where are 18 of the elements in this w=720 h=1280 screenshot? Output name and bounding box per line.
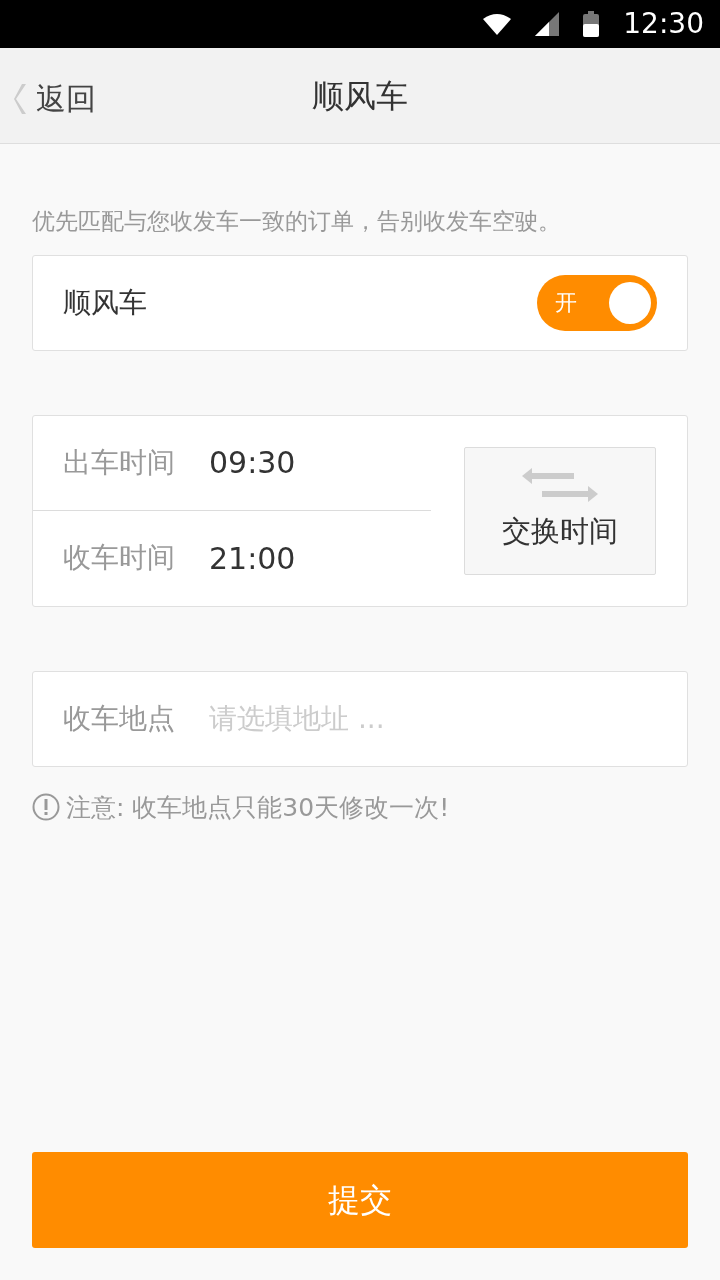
notice-text: 注意: 收车地点只能30天修改一次! bbox=[66, 791, 450, 824]
back-chevron-icon bbox=[14, 83, 28, 114]
exclamation-icon bbox=[32, 793, 60, 822]
location-label: 收车地点 bbox=[63, 700, 175, 737]
back-button[interactable]: 返回 bbox=[14, 76, 96, 121]
time-value[interactable]: 21:00 bbox=[209, 535, 296, 581]
ride-share-label: 顺风车 bbox=[63, 284, 147, 321]
page-title: 顺风车 bbox=[312, 75, 408, 117]
battery-icon bbox=[583, 11, 600, 37]
wifi-icon bbox=[483, 13, 512, 35]
time-value[interactable]: 09:30 bbox=[209, 440, 296, 485]
swap-time-button[interactable]: 交换时间 bbox=[464, 446, 656, 575]
time-label: 收车时间 bbox=[63, 540, 175, 576]
signal-icon bbox=[535, 12, 560, 36]
clock: 12:30 bbox=[623, 6, 704, 42]
time-label: 出车时间 bbox=[63, 444, 175, 481]
description-text: 优先匹配与您收发车一致的订单，告别收发车空驶。 bbox=[32, 207, 562, 236]
swap-arrows-icon bbox=[522, 467, 598, 502]
